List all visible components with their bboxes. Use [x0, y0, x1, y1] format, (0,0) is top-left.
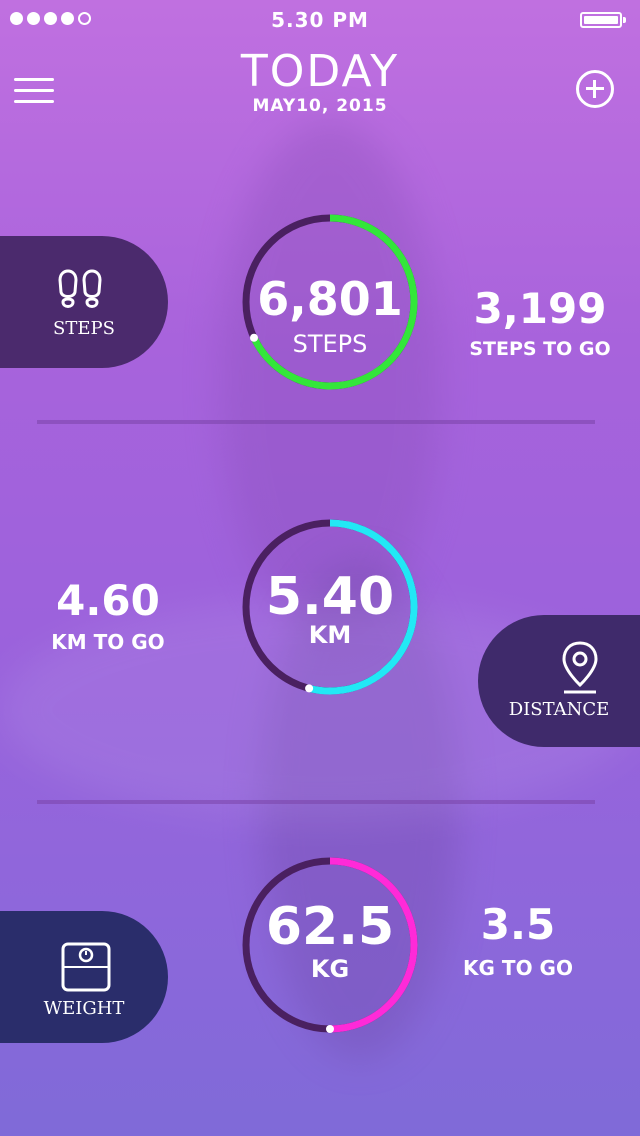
steps-unit: STEPS [292, 330, 368, 358]
distance-to-go-value: 4.60 [56, 576, 160, 625]
status-bar: 5.30 PM [0, 0, 640, 40]
steps-to-go-value: 3,199 [473, 284, 607, 333]
section-divider [37, 800, 595, 804]
distance-tab-label: DISTANCE [508, 699, 610, 720]
steps-to-go-label: STEPS TO GO [469, 338, 611, 360]
ring-progress-knob [305, 684, 314, 693]
steps-progress-ring: 6,801 STEPS [240, 212, 420, 392]
distance-unit: KM [308, 621, 352, 649]
section-divider [37, 420, 595, 424]
status-time: 5.30 PM [271, 8, 369, 32]
weight-to-go-value: 3.5 [480, 900, 556, 949]
ring-progress-knob [326, 1025, 334, 1033]
footprints-icon [58, 269, 102, 308]
plus-circle-icon[interactable] [576, 70, 614, 108]
scale-icon [61, 942, 111, 992]
distance-to-go-label: KM TO GO [51, 630, 165, 654]
steps-count: 6,801 [257, 272, 403, 326]
distance-tab-button[interactable]: DISTANCE [478, 615, 640, 747]
weight-value: 62.5 [265, 897, 395, 957]
steps-tab-button[interactable]: STEPS [0, 236, 168, 368]
weight-tab-label: WEIGHT [43, 998, 125, 1019]
weight-tab-button[interactable]: WEIGHT [0, 911, 168, 1043]
page-title: TODAY [240, 46, 400, 97]
distance-value: 5.40 [265, 567, 395, 627]
battery-icon [580, 12, 626, 28]
page-date: MAY10, 2015 [252, 96, 388, 116]
weight-progress-ring: 62.5 KG [240, 855, 420, 1035]
distance-progress-ring: 5.40 KM [240, 517, 420, 697]
steps-tab-label: STEPS [53, 318, 115, 339]
location-pin-icon [562, 641, 598, 694]
weight-to-go-label: KG TO GO [463, 956, 573, 980]
weight-unit: KG [310, 955, 350, 983]
